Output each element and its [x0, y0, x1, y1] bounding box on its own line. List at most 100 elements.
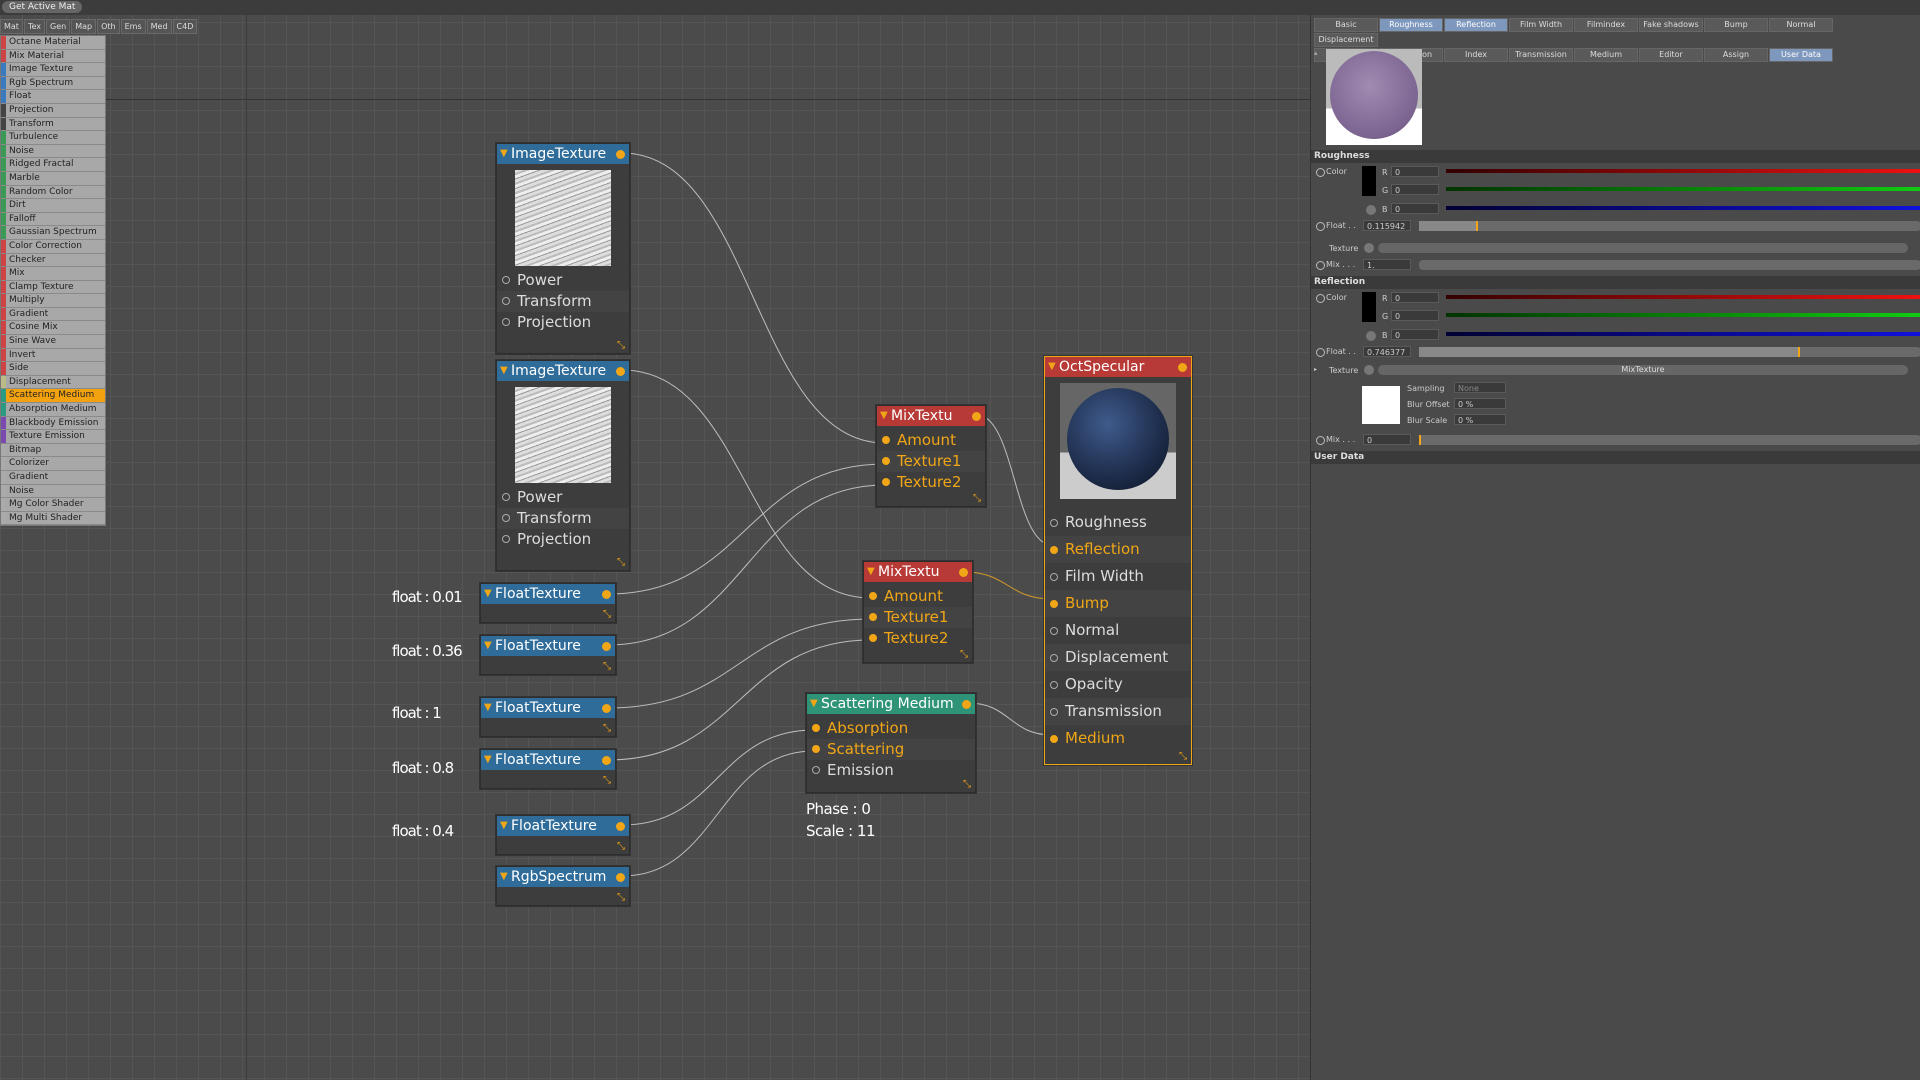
- output-port[interactable]: [972, 412, 981, 421]
- port-power[interactable]: Power: [497, 270, 629, 291]
- resize-handle-icon[interactable]: ⤡: [617, 893, 627, 903]
- output-port[interactable]: [602, 642, 611, 651]
- sampling-select[interactable]: None: [1454, 382, 1506, 393]
- float-field[interactable]: 0.746377: [1363, 346, 1411, 357]
- node-wire[interactable]: [607, 484, 886, 646]
- float-field[interactable]: 0.115942: [1363, 220, 1411, 231]
- float-texture-node[interactable]: ▼ FloatTexture ⤡: [480, 697, 616, 737]
- play-icon[interactable]: [1364, 243, 1374, 253]
- float-slider[interactable]: [1419, 221, 1920, 231]
- attribute-tab[interactable]: Assign: [1704, 48, 1768, 62]
- collapse-triangle-icon[interactable]: ▼: [484, 698, 492, 718]
- resize-handle-icon[interactable]: ⤡: [617, 842, 627, 852]
- node-header[interactable]: ▼ ImageTexture: [497, 361, 629, 381]
- port-dot-icon[interactable]: [869, 592, 877, 600]
- radio-button[interactable]: [1316, 436, 1325, 445]
- mix-slider[interactable]: [1419, 435, 1920, 445]
- mix-texture-node[interactable]: ▼ MixTextu Amount Texture1 Texture2 ⤡: [863, 561, 973, 663]
- node-header[interactable]: ▼ Scattering Medium: [807, 694, 975, 714]
- texture-slot[interactable]: MixTexture: [1378, 365, 1908, 375]
- mix-texture-node[interactable]: ▼ MixTextu Amount Texture1 Texture2 ⤡: [876, 405, 986, 507]
- attribute-tab[interactable]: User Data: [1769, 48, 1833, 62]
- collapse-triangle-icon[interactable]: ▼: [500, 144, 508, 164]
- port-reflection[interactable]: Reflection: [1045, 536, 1191, 563]
- port-dot-icon[interactable]: [502, 318, 510, 326]
- node-wire[interactable]: [621, 152, 886, 444]
- attribute-tab[interactable]: Fake shadows: [1639, 18, 1703, 32]
- port-dot-icon[interactable]: [882, 457, 890, 465]
- port-absorption[interactable]: Absorption: [807, 718, 975, 739]
- collapse-arrow-icon[interactable]: ▴: [1314, 49, 1318, 57]
- port-dot-icon[interactable]: [502, 493, 510, 501]
- node-header[interactable]: ▼ FloatTexture: [481, 698, 615, 718]
- port-emission[interactable]: Emission: [807, 760, 975, 781]
- resize-handle-icon[interactable]: ⤡: [1179, 752, 1189, 762]
- node-header[interactable]: ▼ MixTextu: [877, 406, 985, 426]
- collapse-triangle-icon[interactable]: ▼: [880, 406, 888, 426]
- float-texture-node[interactable]: ▼ FloatTexture ⤡: [480, 635, 616, 675]
- b-field[interactable]: 0: [1391, 203, 1439, 214]
- node-header[interactable]: ▼ RgbSpectrum: [497, 867, 629, 887]
- node-header[interactable]: ▼ FloatTexture: [481, 750, 615, 770]
- resize-handle-icon[interactable]: ⤡: [603, 610, 613, 620]
- play-icon[interactable]: [1366, 205, 1376, 215]
- rgb-spectrum-node[interactable]: ▼ RgbSpectrum ⤡: [496, 866, 630, 906]
- g-field[interactable]: 0: [1391, 310, 1439, 321]
- port-dot-icon[interactable]: [869, 613, 877, 621]
- float-texture-node[interactable]: ▼ FloatTexture ⤡: [480, 749, 616, 789]
- output-port[interactable]: [962, 700, 971, 709]
- scattering-medium-node[interactable]: ▼ Scattering Medium Absorption Scattering…: [806, 693, 976, 793]
- port-transmission[interactable]: Transmission: [1045, 698, 1191, 725]
- port-amount[interactable]: Amount: [864, 586, 972, 607]
- port-dot-icon[interactable]: [1050, 519, 1058, 527]
- b-field[interactable]: 0: [1391, 329, 1439, 340]
- r-slider[interactable]: [1446, 295, 1920, 299]
- resize-handle-icon[interactable]: ⤡: [963, 780, 973, 790]
- port-opacity[interactable]: Opacity: [1045, 671, 1191, 698]
- radio-button[interactable]: [1316, 261, 1325, 270]
- float-texture-node[interactable]: ▼ FloatTexture ⤡: [496, 815, 630, 855]
- port-projection[interactable]: Projection: [497, 312, 629, 333]
- color-swatch[interactable]: [1362, 166, 1376, 196]
- port-texture2[interactable]: Texture2: [877, 472, 985, 493]
- attribute-tab[interactable]: Bump: [1704, 18, 1768, 32]
- port-bump[interactable]: Bump: [1045, 590, 1191, 617]
- port-dot-icon[interactable]: [502, 514, 510, 522]
- port-dot-icon[interactable]: [1050, 573, 1058, 581]
- resize-handle-icon[interactable]: ⤡: [960, 650, 970, 660]
- port-dot-icon[interactable]: [502, 297, 510, 305]
- attribute-tab[interactable]: Reflection: [1444, 18, 1508, 32]
- port-dot-icon[interactable]: [812, 766, 820, 774]
- port-texture1[interactable]: Texture1: [864, 607, 972, 628]
- blur-offset-field[interactable]: 0 %: [1454, 398, 1506, 409]
- attribute-tab[interactable]: Filmindex: [1574, 18, 1638, 32]
- collapse-triangle-icon[interactable]: ▼: [484, 636, 492, 656]
- node-header[interactable]: ▼ FloatTexture: [497, 816, 629, 836]
- radio-button[interactable]: [1316, 168, 1325, 177]
- port-dot-icon[interactable]: [1050, 600, 1058, 608]
- resize-handle-icon[interactable]: ⤡: [617, 558, 627, 568]
- resize-handle-icon[interactable]: ⤡: [617, 341, 627, 351]
- port-dot-icon[interactable]: [1050, 708, 1058, 716]
- port-transform[interactable]: Transform: [497, 508, 629, 529]
- port-dot-icon[interactable]: [502, 535, 510, 543]
- texture-slot[interactable]: [1378, 243, 1908, 253]
- node-wire[interactable]: [967, 702, 1053, 736]
- float-slider-marker[interactable]: [1476, 221, 1478, 231]
- node-wire[interactable]: [963, 571, 1053, 600]
- port-dot-icon[interactable]: [1050, 681, 1058, 689]
- port-dot-icon[interactable]: [812, 724, 820, 732]
- port-texture1[interactable]: Texture1: [877, 451, 985, 472]
- port-scattering[interactable]: Scattering: [807, 739, 975, 760]
- port-film-width[interactable]: Film Width: [1045, 563, 1191, 590]
- expand-arrow-icon[interactable]: ▸: [1314, 366, 1317, 373]
- attribute-tab[interactable]: Editor: [1639, 48, 1703, 62]
- port-dot-icon[interactable]: [1050, 735, 1058, 743]
- oct-specular-node[interactable]: ▼ OctSpecular Roughness Reflection Film W…: [1044, 356, 1192, 765]
- collapse-triangle-icon[interactable]: ▼: [484, 750, 492, 770]
- port-dot-icon[interactable]: [1050, 654, 1058, 662]
- attribute-tab[interactable]: Normal: [1769, 18, 1833, 32]
- float-slider-marker[interactable]: [1798, 347, 1800, 357]
- port-dot-icon[interactable]: [869, 634, 877, 642]
- port-dot-icon[interactable]: [882, 436, 890, 444]
